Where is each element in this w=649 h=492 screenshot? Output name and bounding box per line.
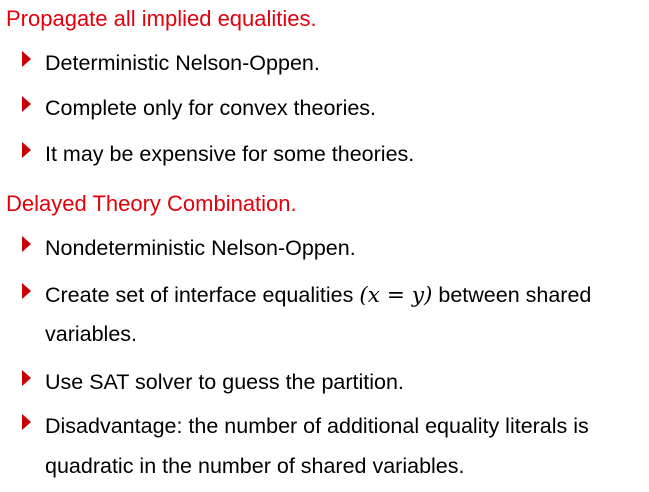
bullet-text: Complete only for convex theories. [45,96,377,120]
bullet-text: Deterministic Nelson-Oppen. [45,51,320,75]
bullet-text: Nondeterministic Nelson-Oppen. [45,236,356,260]
slide: Propagate all implied equalities. Determ… [0,0,649,492]
bullet-text-before: Create set of interface equalities [45,283,360,307]
bullet-text-line: Disadvantage: the number of additional e… [45,414,589,438]
red-triangle-bullet-icon [22,414,31,430]
math-open-paren: ( [359,283,368,308]
bullet-text-line: variables. [45,322,138,346]
red-triangle-bullet-icon [22,142,31,158]
math-equality: (x = y) [359,283,432,308]
bullet-text: It may be expensive for some theories. [45,142,415,166]
math-var-y: y [411,283,425,308]
bullet-text-line: Create set of interface equalities (x = y)… [45,276,591,315]
math-var-x: x [367,283,380,308]
red-triangle-bullet-icon [22,51,31,67]
math-equals: = [386,283,405,308]
red-triangle-bullet-icon [22,236,31,252]
section-heading-propagate: Propagate all implied equalities. [6,6,317,31]
red-triangle-bullet-icon [22,370,31,386]
red-triangle-bullet-icon [22,283,31,299]
bullet-text-after: between shared [432,283,592,307]
bullet-text-line: quadratic in the number of shared variab… [45,454,465,478]
bullet-text: Use SAT solver to guess the partition. [45,370,404,394]
red-triangle-bullet-icon [22,96,31,112]
section-heading-delayed: Delayed Theory Combination. [6,191,297,216]
